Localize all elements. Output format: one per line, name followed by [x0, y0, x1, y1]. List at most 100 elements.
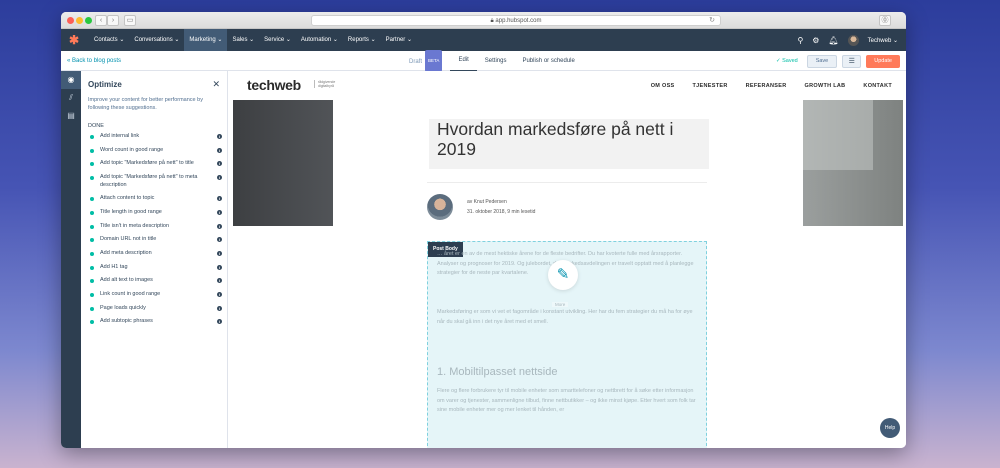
site-menu-item[interactable]: KONTAKT: [863, 83, 892, 89]
account-menu[interactable]: Techweb ⌄: [868, 37, 898, 44]
settings-gear-icon[interactable]: ⚙: [812, 36, 819, 45]
notifications-bell-icon[interactable]: 🔔︎: [828, 36, 838, 45]
checklist-item-label: Link count in good range: [100, 291, 161, 298]
checklist-item[interactable]: Add topic "Markedsføre på nett" to meta …: [88, 174, 222, 189]
checklist-item[interactable]: Link count in good range i: [88, 291, 222, 299]
optimize-title: Optimize: [88, 80, 122, 89]
done-dot-icon: [90, 306, 94, 311]
save-button[interactable]: Save: [806, 54, 838, 68]
forward-arrow-icon[interactable]: ›: [107, 15, 119, 26]
nav-item-reports[interactable]: Reports ⌄: [343, 29, 381, 51]
nav-items: Contacts ⌄ Conversations ⌄ Marketing ⌄ Sale…: [89, 29, 417, 51]
analytics-chart-icon[interactable]: ⫽: [61, 89, 81, 107]
done-dot-icon: [90, 210, 94, 215]
tab-label: Settings: [484, 58, 507, 64]
nav-item-marketing[interactable]: Marketing ⌄: [184, 29, 228, 51]
checklist-item-label: Add meta description: [100, 250, 152, 256]
done-heading: DONE: [88, 123, 104, 129]
maximize-window-button[interactable]: [85, 17, 92, 24]
info-icon[interactable]: i: [217, 134, 222, 139]
tab-draft[interactable]: Draft BETA: [401, 50, 450, 72]
checklist-item[interactable]: Page loads quickly i: [88, 305, 222, 313]
nav-item-partner[interactable]: Partner ⌄: [381, 29, 417, 51]
checklist-item[interactable]: Add H1 tag i: [88, 264, 222, 272]
sidebar-toggle-icon[interactable]: ▭: [124, 15, 136, 26]
nav-item-contacts[interactable]: Contacts ⌄: [89, 29, 129, 51]
nav-item-conversations[interactable]: Conversations ⌄: [129, 29, 184, 51]
minimize-window-button[interactable]: [76, 17, 83, 24]
info-icon[interactable]: i: [217, 223, 222, 229]
nav-item-automation[interactable]: Automation ⌄: [296, 29, 343, 51]
post-date: 31. oktober 2018, 9 min lesetid: [467, 209, 536, 215]
post-body-module[interactable]: Post Body … året er en av de mest hektis…: [427, 241, 707, 448]
site-tagline: rådgivende digitalbyrå: [314, 80, 336, 88]
hubspot-logo-icon[interactable]: ✱: [67, 33, 81, 47]
tab-settings[interactable]: Settings: [477, 51, 515, 71]
info-icon[interactable]: i: [217, 237, 222, 243]
post-body-heading: 1. Mobiltilpasset nettside: [437, 366, 558, 378]
info-icon[interactable]: i: [217, 196, 222, 202]
optimize-checklist: Add internal link i Word count in good ran…: [88, 133, 222, 332]
checklist-item-label: Word count in good range: [100, 146, 164, 153]
help-button[interactable]: Help: [880, 418, 900, 438]
edit-pencil-icon[interactable]: ✎: [548, 260, 578, 290]
checklist-item[interactable]: Title length in good range i: [88, 209, 222, 217]
info-icon[interactable]: i: [217, 292, 222, 298]
done-dot-icon: [90, 238, 94, 243]
info-icon[interactable]: i: [217, 278, 222, 284]
checklist-item[interactable]: Add topic "Markedsføre på nett" to title…: [88, 160, 222, 168]
info-icon[interactable]: i: [217, 319, 222, 325]
checklist-item[interactable]: Attach content to topic i: [88, 195, 222, 203]
account-avatar[interactable]: [847, 34, 859, 46]
nav-item-service[interactable]: Service ⌄: [259, 29, 296, 51]
done-dot-icon: [90, 320, 94, 325]
info-icon[interactable]: i: [217, 161, 222, 167]
checklist-item-label: Title length in good range: [100, 208, 162, 215]
tab-publish-or-schedule[interactable]: Publish or schedule: [514, 51, 582, 71]
update-button[interactable]: Update: [866, 54, 900, 68]
optimize-eye-icon[interactable]: ◉: [61, 71, 81, 89]
site-menu-item[interactable]: GROWTH LAB: [805, 83, 846, 89]
optimize-panel: Optimize ✕ Improve your content for bett…: [81, 71, 228, 448]
checklist-item[interactable]: Add internal link i: [88, 133, 222, 141]
nav-item-sales[interactable]: Sales ⌄: [227, 29, 259, 51]
info-icon[interactable]: i: [217, 175, 222, 181]
checklist-item[interactable]: Add alt text to images i: [88, 277, 222, 285]
info-icon[interactable]: i: [217, 147, 222, 153]
address-bar[interactable]: 🔒︎ app.hubspot.com ↻: [311, 15, 721, 26]
author-name: av Knut Pedersen: [467, 199, 507, 205]
info-icon[interactable]: i: [217, 251, 222, 256]
checklist-item[interactable]: Add meta description i: [88, 250, 222, 258]
reload-icon[interactable]: ↻: [709, 16, 715, 26]
close-window-button[interactable]: [67, 17, 74, 24]
site-menu-item[interactable]: TJENESTER: [693, 83, 728, 89]
more-options-menu-icon[interactable]: ☰: [842, 54, 862, 68]
checklist-item[interactable]: Domain URL not in title i: [88, 236, 222, 244]
tab-edit[interactable]: Edit: [450, 50, 477, 72]
checklist-item[interactable]: Add subtopic phrases i: [88, 318, 222, 326]
post-title[interactable]: Hvordan markedsføre på nett i 2019: [437, 119, 707, 159]
back-to-blog-posts-link[interactable]: « Back to blog posts: [67, 51, 121, 71]
done-dot-icon: [90, 293, 94, 298]
info-icon[interactable]: i: [217, 209, 222, 215]
checklist-item-label: Add topic "Markedsføre på nett" to meta …: [100, 174, 198, 188]
checklist-item-label: Add subtopic phrases: [100, 318, 153, 325]
checklist-item-label: Add internal link: [100, 133, 140, 139]
checklist-item-label: Attach content to topic: [100, 195, 155, 202]
download-icon[interactable]: ⓪: [879, 15, 891, 26]
saved-status: ✓ Saved: [775, 58, 798, 64]
done-dot-icon: [90, 162, 94, 167]
info-icon[interactable]: i: [217, 264, 222, 270]
checklist-item-label: Domain URL not in title: [100, 236, 157, 243]
checklist-item[interactable]: Title isn't in meta description i: [88, 223, 222, 231]
search-icon[interactable]: ⚲: [797, 36, 803, 45]
done-dot-icon: [90, 279, 94, 284]
book-icon[interactable]: ▤: [61, 107, 81, 125]
close-icon[interactable]: ✕: [212, 79, 220, 90]
checklist-item[interactable]: Word count in good range i: [88, 147, 222, 155]
back-arrow-icon[interactable]: ‹: [95, 15, 107, 26]
site-menu-item[interactable]: OM OSS: [651, 83, 675, 89]
site-menu-item[interactable]: REFERANSER: [746, 83, 787, 89]
tab-label: Edit: [458, 57, 469, 63]
info-icon[interactable]: i: [217, 305, 222, 311]
